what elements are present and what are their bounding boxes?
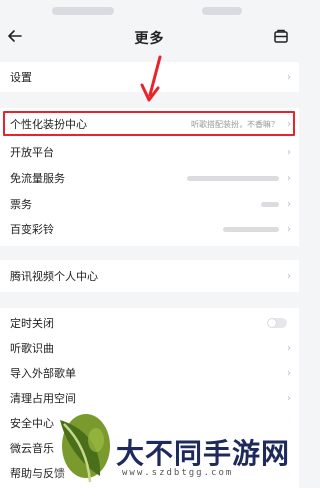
video-group: 腾讯视频个人中心 › — [0, 260, 299, 292]
tickets-subtitle-blur — [261, 201, 279, 207]
chevron-right-icon: › — [287, 172, 291, 184]
chevron-right-icon: › — [287, 223, 291, 235]
highlight-box — [3, 111, 295, 136]
tickets-row[interactable]: 票务 › — [0, 192, 299, 216]
ringtone-row[interactable]: 百变彩铃 › — [0, 217, 299, 241]
clean-storage-label: 清理占用空间 — [10, 392, 76, 405]
nav-bar: 更多 — [0, 24, 299, 54]
watermark-title: 大不同手游网 — [116, 437, 291, 470]
watermark: 大不同手游网 www.szdbtgg.com — [50, 412, 299, 488]
tickets-label: 票务 — [10, 198, 32, 211]
chevron-right-icon: › — [287, 198, 291, 210]
song-recognition-label: 听歌识曲 — [10, 342, 54, 355]
chevron-right-icon: › — [287, 342, 291, 354]
settings-label: 设置 — [10, 71, 32, 84]
tencent-video-label: 腾讯视频个人中心 — [10, 270, 98, 283]
ringtone-label: 百变彩铃 — [10, 223, 54, 236]
free-data-row[interactable]: 免流量服务 › — [0, 166, 299, 190]
open-platform-row[interactable]: 开放平台 › — [0, 140, 299, 164]
page-title: 更多 — [134, 31, 165, 47]
status-bar — [0, 0, 299, 24]
security-center-label: 安全中心 — [10, 417, 54, 430]
chevron-right-icon: › — [287, 270, 291, 282]
annotation-arrow — [140, 55, 162, 102]
leaf-logo-icon — [60, 414, 110, 483]
watermark-url: www.szdbtgg.com — [122, 468, 234, 478]
import-playlist-row[interactable]: 导入外部歌单 › — [0, 361, 299, 385]
chevron-right-icon: › — [287, 392, 291, 404]
status-blur-right — [202, 7, 242, 15]
import-playlist-label: 导入外部歌单 — [10, 367, 76, 380]
chevron-right-icon: › — [287, 367, 291, 379]
song-recognition-row[interactable]: 听歌识曲 › — [0, 336, 299, 360]
free-data-label: 免流量服务 — [10, 172, 65, 185]
sleep-timer-toggle[interactable] — [267, 318, 287, 328]
toolbox-icon[interactable] — [273, 28, 289, 44]
free-data-subtitle-blur — [187, 175, 279, 181]
weiyun-music-label: 微云音乐 — [10, 442, 54, 455]
sleep-timer-row[interactable]: 定时关闭 — [0, 311, 299, 335]
chevron-right-icon: › — [287, 146, 291, 158]
sleep-timer-label: 定时关闭 — [10, 317, 54, 330]
clean-storage-row[interactable]: 清理占用空间 › — [0, 386, 299, 410]
status-blur-left — [52, 7, 114, 15]
tencent-video-row[interactable]: 腾讯视频个人中心 › — [0, 264, 299, 288]
ringtone-subtitle-blur — [223, 226, 279, 232]
chevron-right-icon: › — [287, 71, 291, 83]
open-platform-label: 开放平台 — [10, 146, 54, 159]
